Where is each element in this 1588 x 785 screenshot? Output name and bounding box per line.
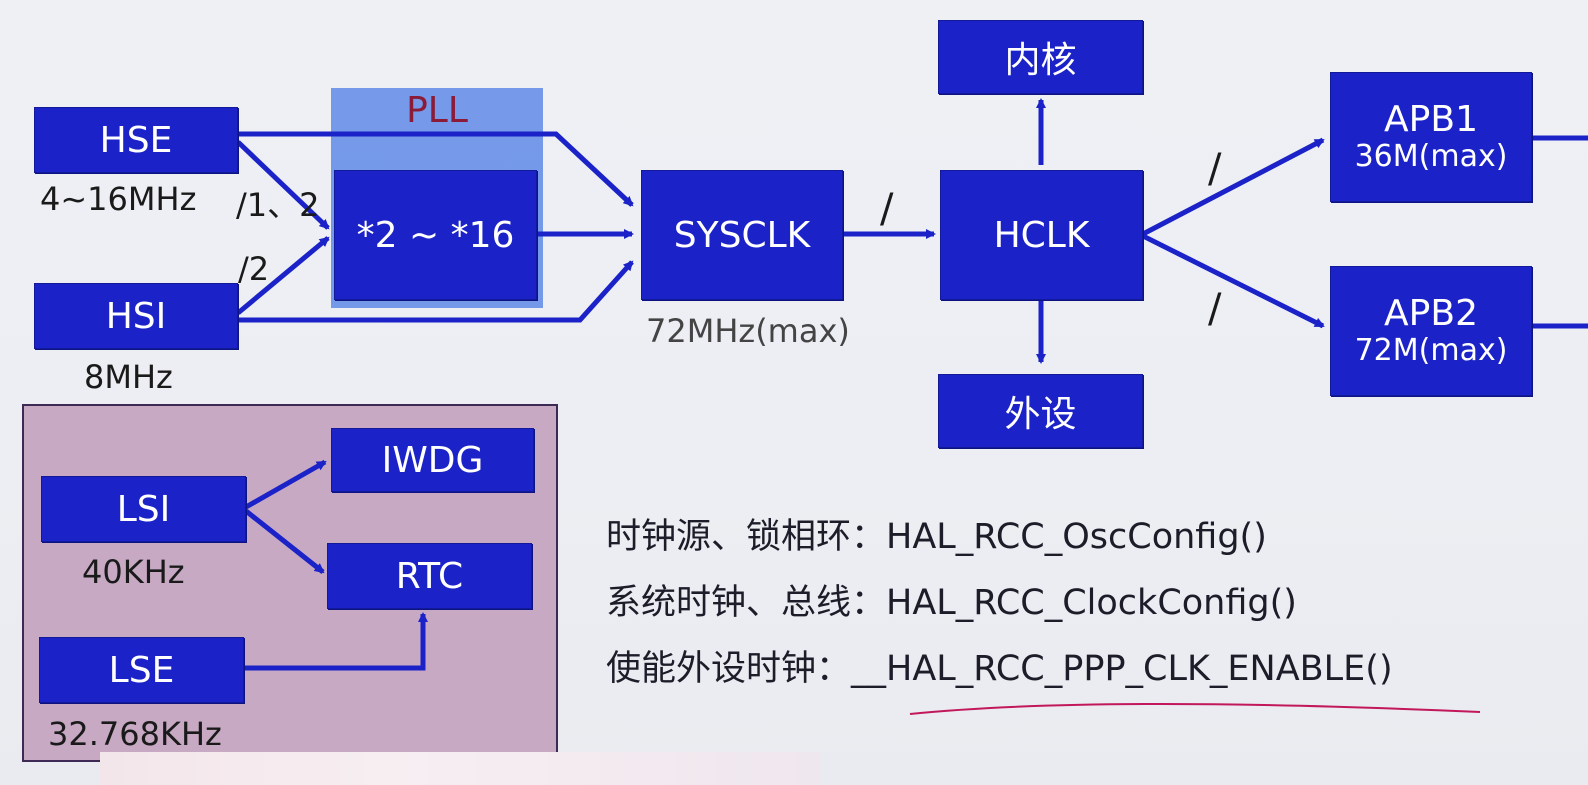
arrow-hclk-to-apb2 <box>1141 233 1325 329</box>
peripheral-box: 外设 <box>938 374 1143 448</box>
hse-box: HSE <box>34 107 238 173</box>
api-line-enable-label: 使能外设时钟： <box>606 649 852 689</box>
hsi-box: HSI <box>34 283 238 349</box>
api-line-enable: 使能外设时钟：__HAL_RCC_PPP_CLK_ENABLE() <box>606 640 1393 691</box>
lsi-freq-label: 40KHz <box>82 553 185 591</box>
hclk-box: HCLK <box>940 170 1143 300</box>
hsi-freq-label: 8MHz <box>84 358 173 396</box>
sysclk-box: SYSCLK <box>641 170 843 300</box>
apb2-name: APB2 <box>1384 293 1478 335</box>
lsi-box: LSI <box>41 476 246 542</box>
sysclk-freq-label: 72MHz(max) <box>646 312 850 350</box>
apb2-freq: 72M(max) <box>1354 333 1508 369</box>
handwritten-underline <box>909 703 1481 715</box>
apb1-name: APB1 <box>1384 99 1478 141</box>
iwdg-box: IWDG <box>331 428 534 492</box>
arrow-lsi-to-iwdg <box>244 459 327 510</box>
api-line-clock-label: 系统时钟、总线： <box>606 583 887 623</box>
apb1-box: APB1 36M(max) <box>1330 72 1532 202</box>
apb2-prescaler-slash: / <box>1208 286 1222 332</box>
lse-freq-label: 32.768KHz <box>48 715 222 753</box>
api-line-osc-label: 时钟源、锁相环： <box>606 517 887 557</box>
lse-box: LSE <box>39 637 244 703</box>
api-line-clock-func: HAL_RCC_ClockConfig() <box>886 583 1297 623</box>
hse-freq-label: 4~16MHz <box>40 180 197 218</box>
apb1-freq: 36M(max) <box>1354 139 1508 175</box>
api-line-clock: 系统时钟、总线：HAL_RCC_ClockConfig() <box>606 574 1297 625</box>
sysclk-prescaler-slash: / <box>880 186 894 232</box>
arrow-hclk-to-apb1 <box>1141 137 1325 237</box>
core-box: 内核 <box>938 20 1143 94</box>
pll-multiplier-box: *2 ~ *16 <box>334 170 537 300</box>
arrow-lsi-to-rtc <box>244 509 325 574</box>
hse-divider-label: /1、2 <box>236 186 320 224</box>
arrow-lse-to-rtc <box>244 612 428 671</box>
hsi-divider-label: /2 <box>238 250 270 288</box>
api-line-osc: 时钟源、锁相环：HAL_RCC_OscConfig() <box>606 508 1267 559</box>
apb1-prescaler-slash: / <box>1208 146 1222 192</box>
apb2-box: APB2 72M(max) <box>1330 266 1532 396</box>
api-line-enable-func: __HAL_RCC_PPP_CLK_ENABLE() <box>851 649 1393 689</box>
api-line-osc-func: HAL_RCC_OscConfig() <box>886 517 1267 557</box>
bottom-strip <box>100 752 820 785</box>
rtc-box: RTC <box>327 543 532 609</box>
